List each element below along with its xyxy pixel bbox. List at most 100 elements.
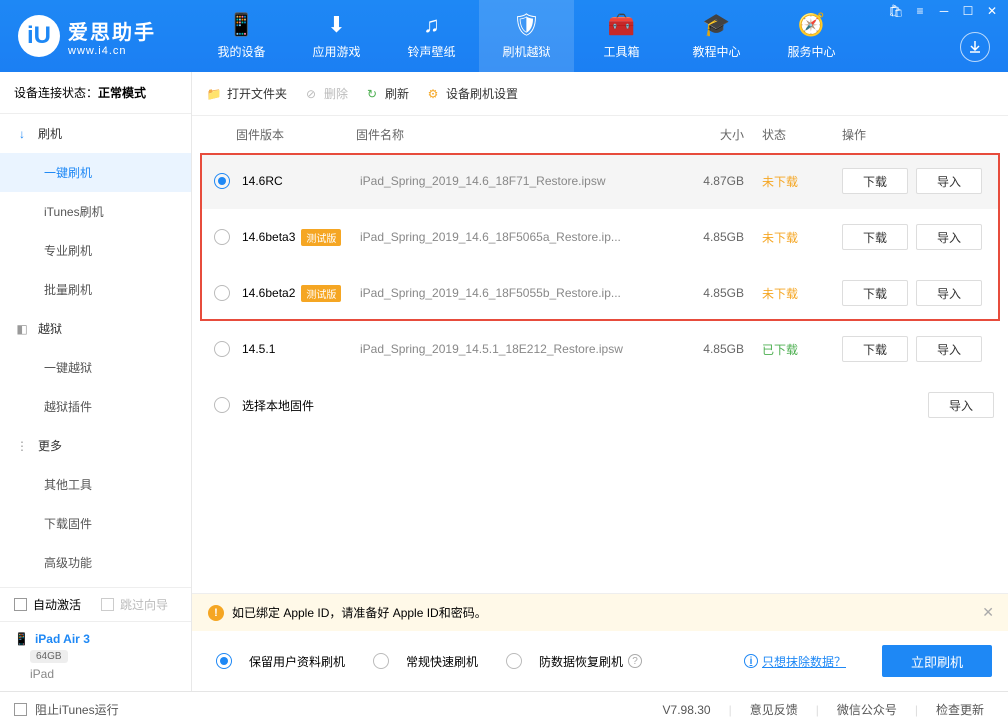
option-radio[interactable] [216, 653, 232, 669]
size-cell: 4.87GB [674, 174, 744, 188]
sidebar-menu: ↓刷机一键刷机iTunes刷机专业刷机批量刷机◧越狱一键越狱越狱插件⋮更多其他工… [0, 114, 191, 587]
beta-badge: 测试版 [301, 285, 341, 302]
import-button[interactable]: 导入 [916, 168, 982, 194]
refresh-button[interactable]: ↻ 刷新 [364, 85, 409, 102]
row-radio[interactable] [214, 229, 230, 245]
sidebar: 设备连接状态：正常模式 ↓刷机一键刷机iTunes刷机专业刷机批量刷机◧越狱一键… [0, 72, 192, 691]
nav-icon: ⬇ [327, 12, 345, 38]
nav-icon: 🧭 [798, 12, 825, 38]
close-icon[interactable]: ✕ [984, 4, 1000, 18]
import-button[interactable]: 导入 [928, 392, 994, 418]
menu-item[interactable]: 一键越狱 [0, 348, 191, 387]
skip-guide-checkbox[interactable] [101, 598, 114, 611]
minimize-icon[interactable]: ─ [936, 4, 952, 18]
close-warning-icon[interactable]: ✕ [982, 604, 994, 621]
menu-item[interactable]: 高级功能 [0, 543, 191, 582]
size-cell: 4.85GB [674, 230, 744, 244]
nav-icon: 📱 [228, 12, 255, 38]
firmware-row[interactable]: 14.6beta2测试版iPad_Spring_2019_14.6_18F505… [202, 265, 998, 321]
row-radio[interactable] [214, 173, 230, 189]
ops-cell: 下载导入 [824, 224, 994, 250]
status-cell: 未下载 [744, 229, 824, 246]
ops-cell: 导入 [824, 392, 994, 418]
download-button[interactable]: 下载 [842, 224, 908, 250]
menu-item[interactable]: iTunes刷机 [0, 192, 191, 231]
warning-icon: ! [208, 605, 224, 621]
import-button[interactable]: 导入 [916, 336, 982, 362]
erase-link[interactable]: i 只想抹除数据？ [744, 653, 846, 670]
app-footer: 阻止iTunes运行 V7.98.30 | 意见反馈 | 微信公众号 | 检查更… [0, 691, 1008, 727]
phone-icon: 📱 [14, 632, 29, 646]
settings-button[interactable]: ⚙ 设备刷机设置 [425, 85, 518, 102]
nav-3[interactable]: 🛡刷机越狱 [479, 0, 574, 72]
device-name[interactable]: 📱 iPad Air 3 [14, 632, 177, 646]
maximize-icon[interactable]: ☐ [960, 4, 976, 18]
menu-item[interactable]: 越狱插件 [0, 387, 191, 426]
menu-icon[interactable]: ≡ [912, 4, 928, 18]
ops-cell: 下载导入 [824, 280, 994, 306]
flash-now-button[interactable]: 立即刷机 [882, 645, 992, 677]
download-button[interactable]: 下载 [842, 280, 908, 306]
open-folder-button[interactable]: 📁 打开文件夹 [206, 85, 287, 102]
filename-cell: iPad_Spring_2019_14.5.1_18E212_Restore.i… [360, 342, 674, 356]
gear-icon: ⚙ [425, 86, 441, 102]
firmware-row[interactable]: 14.6RCiPad_Spring_2019_14.6_18F71_Restor… [202, 153, 998, 209]
option-radio[interactable] [373, 653, 389, 669]
version-cell: 14.5.1 [242, 342, 360, 356]
menu-item[interactable]: 批量刷机 [0, 270, 191, 309]
nav-icon: 🎓 [703, 12, 730, 38]
nav-2[interactable]: ♫铃声壁纸 [384, 0, 479, 72]
auto-activate-row: 自动激活 跳过向导 [0, 587, 191, 621]
menu-item[interactable]: 下载固件 [0, 504, 191, 543]
flash-option[interactable]: 保留用户资料刷机 [208, 653, 345, 670]
menu-item[interactable]: 其他工具 [0, 465, 191, 504]
nav-0[interactable]: 📱我的设备 [194, 0, 289, 72]
logo-sub: www.i4.cn [68, 45, 156, 57]
app-header: iU 爱思助手 www.i4.cn 📱我的设备⬇应用游戏♫铃声壁纸🛡刷机越狱🧰工… [0, 0, 1008, 72]
wechat-link[interactable]: 微信公众号 [827, 701, 907, 718]
filename-cell: iPad_Spring_2019_14.6_18F5065a_Restore.i… [360, 230, 674, 244]
filename-cell: iPad_Spring_2019_14.6_18F5055b_Restore.i… [360, 286, 674, 300]
info-icon: i [744, 654, 758, 668]
import-button[interactable]: 导入 [916, 280, 982, 306]
nav-5[interactable]: 🎓教程中心 [669, 0, 764, 72]
firmware-table: 14.6RCiPad_Spring_2019_14.6_18F71_Restor… [192, 153, 1008, 433]
flash-option[interactable]: 防数据恢复刷机? [498, 653, 642, 670]
import-button[interactable]: 导入 [916, 224, 982, 250]
group-icon: ⋮ [14, 438, 30, 454]
nav-4[interactable]: 🧰工具箱 [574, 0, 669, 72]
row-radio[interactable] [214, 397, 230, 413]
download-icon[interactable] [960, 32, 990, 62]
help-icon[interactable]: ? [628, 654, 642, 668]
version-cell: 14.6beta2测试版 [242, 285, 360, 302]
cart-icon[interactable]: 🛍 [888, 4, 904, 18]
firmware-row[interactable]: 14.6beta3测试版iPad_Spring_2019_14.6_18F506… [202, 209, 998, 265]
download-button[interactable]: 下载 [842, 168, 908, 194]
connection-status: 设备连接状态：正常模式 [0, 72, 191, 114]
nav-icon: 🛡 [513, 12, 541, 38]
size-cell: 4.85GB [674, 286, 744, 300]
nav-6[interactable]: 🧭服务中心 [764, 0, 859, 72]
menu-group[interactable]: ⋮更多 [0, 426, 191, 465]
version-cell: 14.6RC [242, 174, 360, 188]
device-info: 📱 iPad Air 3 64GB iPad [0, 621, 191, 691]
update-link[interactable]: 检查更新 [926, 701, 994, 718]
table-header: 固件版本 固件名称 大小 状态 操作 [192, 116, 1008, 153]
flash-option[interactable]: 常规快速刷机 [365, 653, 478, 670]
menu-group[interactable]: ↓刷机 [0, 114, 191, 153]
ops-cell: 下载导入 [824, 168, 994, 194]
feedback-link[interactable]: 意见反馈 [740, 701, 808, 718]
block-itunes-checkbox[interactable] [14, 703, 27, 716]
menu-group[interactable]: ◧越狱 [0, 309, 191, 348]
auto-activate-checkbox[interactable] [14, 598, 27, 611]
row-radio[interactable] [214, 341, 230, 357]
menu-item[interactable]: 一键刷机 [0, 153, 191, 192]
row-radio[interactable] [214, 285, 230, 301]
download-button[interactable]: 下载 [842, 336, 908, 362]
firmware-row[interactable]: 14.5.1iPad_Spring_2019_14.5.1_18E212_Res… [202, 321, 998, 377]
beta-badge: 测试版 [301, 229, 341, 246]
option-radio[interactable] [506, 653, 522, 669]
firmware-row[interactable]: 选择本地固件导入 [202, 377, 998, 433]
menu-item[interactable]: 专业刷机 [0, 231, 191, 270]
nav-1[interactable]: ⬇应用游戏 [289, 0, 384, 72]
